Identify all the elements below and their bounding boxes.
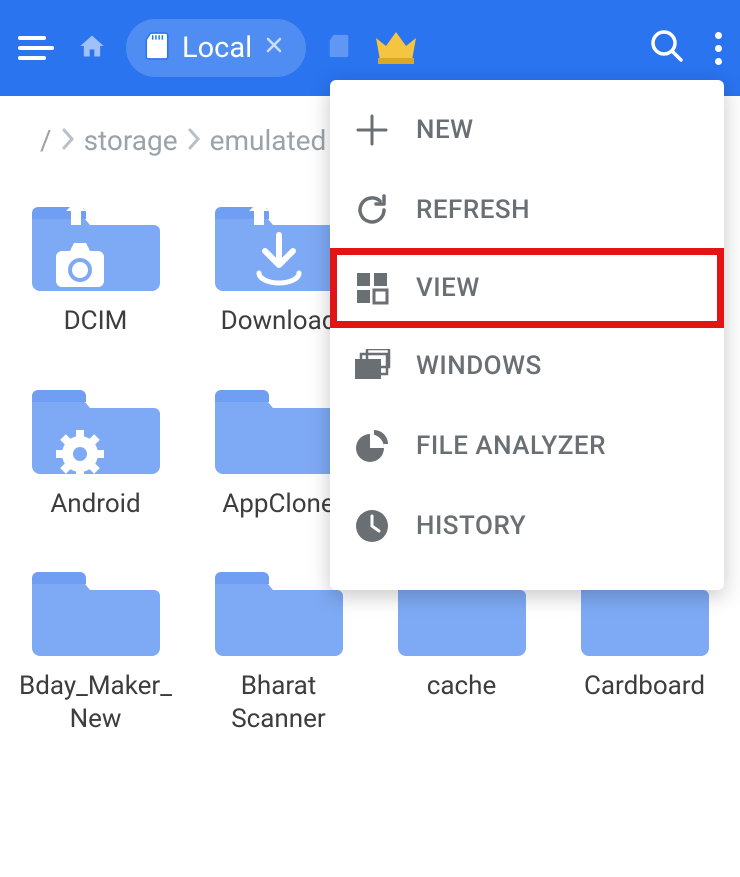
sd-card-secondary-icon[interactable] bbox=[326, 33, 352, 63]
folder-item[interactable]: Android bbox=[8, 368, 183, 521]
folder-icon bbox=[26, 185, 166, 305]
folder-item[interactable]: Bday_Maker_New bbox=[8, 550, 183, 735]
folder-icon bbox=[209, 185, 349, 305]
folder-label: AppClone bbox=[222, 488, 334, 521]
menu-item-history[interactable]: HISTORY bbox=[330, 486, 724, 566]
plus-icon bbox=[352, 110, 392, 150]
folder-label: cache bbox=[427, 670, 496, 703]
refresh-icon bbox=[352, 190, 392, 230]
menu-item-file-analyzer[interactable]: FILE ANALYZER bbox=[330, 406, 724, 486]
close-tab-icon[interactable] bbox=[264, 35, 284, 61]
search-icon[interactable] bbox=[649, 28, 685, 68]
menu-item-label: HISTORY bbox=[416, 511, 526, 541]
crown-icon[interactable] bbox=[372, 28, 420, 68]
menu-item-label: VIEW bbox=[416, 273, 480, 303]
menu-item-windows[interactable]: WINDOWS bbox=[330, 326, 724, 406]
folder-label: Bharat Scanner bbox=[194, 670, 364, 735]
menu-item-refresh[interactable]: REFRESH bbox=[330, 170, 724, 250]
storage-tab[interactable]: Local bbox=[126, 19, 306, 77]
folder-label: Cardboard bbox=[584, 670, 705, 703]
chevron-right-icon bbox=[186, 124, 202, 157]
pie-icon bbox=[352, 426, 392, 466]
folder-icon bbox=[209, 550, 349, 670]
folder-label: Bday_Maker_New bbox=[11, 670, 181, 735]
menu-icon[interactable] bbox=[18, 28, 58, 68]
folder-icon bbox=[26, 368, 166, 488]
windows-icon bbox=[352, 346, 392, 386]
menu-item-new[interactable]: NEW bbox=[330, 90, 724, 170]
breadcrumb-segment[interactable]: emulated bbox=[210, 124, 327, 157]
context-menu: NEW REFRESH VIEW WINDOWS FILE ANALYZER HISTOR… bbox=[330, 80, 724, 590]
folder-label: DCIM bbox=[64, 305, 128, 338]
folder-label: Download bbox=[221, 305, 337, 338]
folder-icon bbox=[209, 368, 349, 488]
folder-label: Android bbox=[50, 488, 140, 521]
tab-label: Local bbox=[182, 31, 252, 65]
home-icon[interactable] bbox=[78, 32, 106, 64]
more-options-icon[interactable] bbox=[715, 32, 722, 65]
menu-item-label: WINDOWS bbox=[416, 351, 542, 381]
grid-icon bbox=[352, 268, 392, 308]
folder-item[interactable]: DCIM bbox=[8, 185, 183, 338]
breadcrumb-segment[interactable]: storage bbox=[84, 124, 178, 157]
menu-item-view[interactable]: VIEW bbox=[330, 248, 724, 328]
menu-item-label: REFRESH bbox=[416, 195, 530, 225]
folder-icon bbox=[26, 550, 166, 670]
clock-icon bbox=[352, 506, 392, 546]
chevron-right-icon bbox=[60, 124, 76, 157]
breadcrumb-root[interactable]: / bbox=[40, 124, 52, 157]
menu-item-label: FILE ANALYZER bbox=[416, 431, 606, 461]
sd-card-icon bbox=[144, 31, 170, 65]
menu-item-label: NEW bbox=[416, 115, 474, 145]
